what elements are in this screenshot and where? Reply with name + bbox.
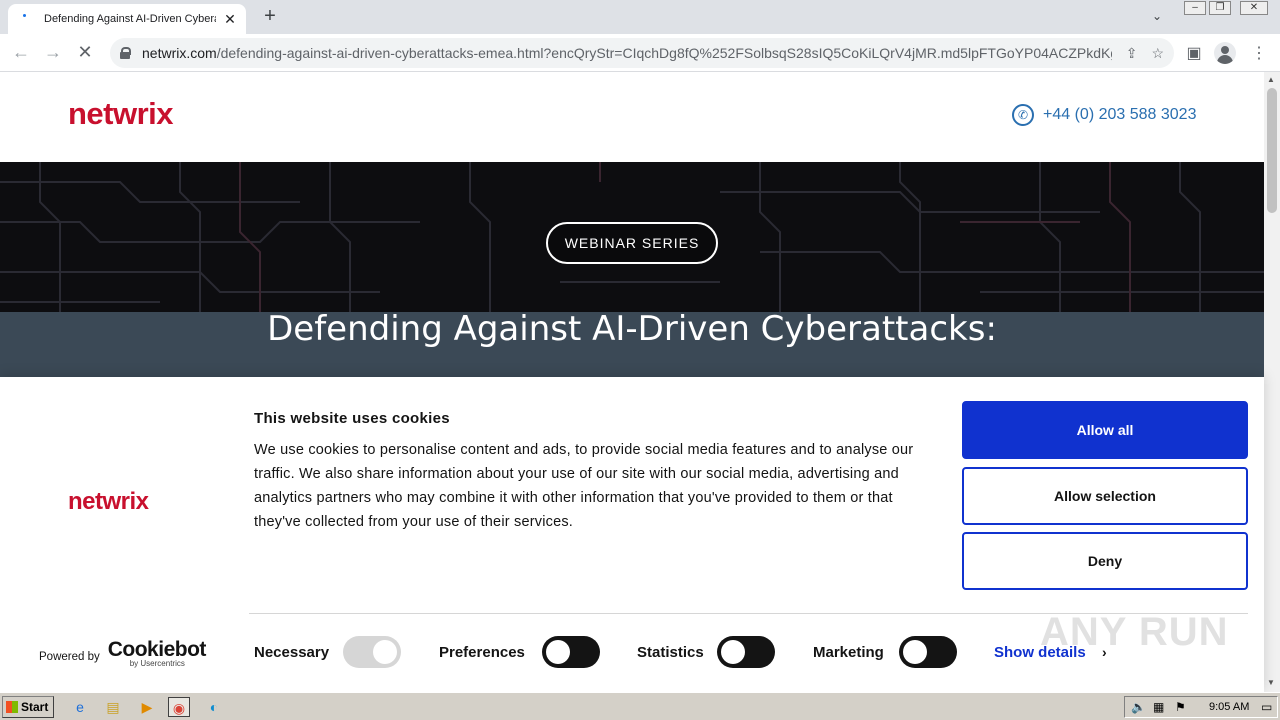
url-text[interactable]: netwrix.com/defending-against-ai-driven-… [142, 45, 1112, 61]
phone-number[interactable]: +44 (0) 203 588 3023 [1043, 106, 1196, 124]
flag-icon[interactable]: ⚑ [1175, 700, 1186, 714]
marketing-toggle[interactable] [899, 636, 957, 668]
cookie-dialog-logo: netwrix [68, 488, 149, 515]
netwrix-logo[interactable]: netwrix [68, 96, 174, 132]
volume-icon[interactable]: 🔈 [1131, 700, 1146, 714]
minimize-icon[interactable]: – [1184, 1, 1206, 15]
preferences-toggle[interactable] [542, 636, 600, 668]
preferences-label: Preferences [439, 644, 525, 661]
cookie-title: This website uses cookies [254, 410, 450, 427]
hero-banner: WEBINAR SERIES [0, 162, 1264, 312]
system-tray: 🔈 ▦ ⚑ 9:05 AM ▭ [1124, 696, 1278, 718]
side-panel-icon[interactable]: ▣ [1184, 43, 1204, 63]
scrollbar-thumb[interactable] [1267, 88, 1277, 213]
usercentrics-label: by Usercentrics [129, 659, 185, 668]
statistics-label: Statistics [637, 644, 704, 661]
cookiebot-branding[interactable]: Powered by Cookiebot by Usercentrics [39, 639, 206, 668]
window-close-icon[interactable]: ✕ [1240, 1, 1268, 15]
browser-tab-bar: Defending Against AI-Driven Cybera ✕ + ⌄… [0, 0, 1280, 34]
edge-icon[interactable]: ◐ [203, 697, 225, 717]
internet-explorer-icon[interactable]: e [69, 697, 91, 717]
bookmark-star-icon[interactable]: ☆ [1151, 45, 1164, 62]
back-icon[interactable]: ← [10, 42, 32, 63]
forward-icon[interactable]: → [42, 42, 64, 63]
share-icon[interactable]: ⇪ [1126, 45, 1138, 62]
menu-kebab-icon[interactable]: ⋮ [1249, 43, 1269, 63]
cookie-description: We use cookies to personalise content an… [254, 442, 914, 530]
webinar-series-badge: WEBINAR SERIES [546, 222, 718, 264]
file-explorer-icon[interactable]: ▤ [102, 697, 124, 717]
allow-all-button[interactable]: Allow all [962, 401, 1248, 459]
cookie-consent-dialog: netwrix This website uses cookies We use… [0, 377, 1264, 692]
hero-title: Defending Against AI-Driven Cyberattacks… [267, 309, 997, 349]
necessary-toggle [343, 636, 401, 668]
lock-icon[interactable] [120, 47, 131, 59]
profile-avatar-icon[interactable] [1214, 42, 1236, 64]
cookiebot-logo: Cookiebot [107, 638, 207, 661]
browser-tab[interactable]: Defending Against AI-Driven Cybera ✕ [8, 4, 246, 34]
close-tab-icon[interactable]: ✕ [222, 11, 238, 28]
network-icon[interactable]: ▦ [1153, 700, 1164, 714]
restore-icon[interactable]: ❐ [1209, 1, 1231, 15]
marketing-label: Marketing [813, 644, 884, 661]
stop-loading-icon[interactable]: ✕ [74, 42, 96, 63]
scroll-down-icon[interactable]: ▼ [1267, 678, 1275, 687]
address-bar[interactable]: netwrix.com/defending-against-ai-driven-… [110, 38, 1174, 68]
phone-icon: ✆ [1012, 104, 1034, 126]
phone-link[interactable]: ✆ +44 (0) 203 588 3023 [1012, 104, 1196, 126]
powered-by-label: Powered by [39, 651, 100, 663]
windows-taskbar: Start e ▤ ▶ ◉ ◐ 🔈 ▦ ⚑ 9:05 AM ▭ [0, 692, 1280, 720]
show-desktop-icon[interactable]: ▭ [1261, 700, 1272, 714]
necessary-label: Necessary [254, 644, 330, 661]
deny-button[interactable]: Deny [962, 532, 1248, 590]
chrome-taskbar-icon[interactable]: ◉ [168, 697, 190, 717]
tab-title: Defending Against AI-Driven Cybera [44, 13, 216, 25]
page-scrollbar[interactable]: ▲ ▼ [1264, 72, 1280, 692]
anyrun-watermark: ANY RUN [1040, 610, 1229, 654]
media-player-icon[interactable]: ▶ [136, 697, 158, 717]
browser-toolbar: ← → ✕ netwrix.com/defending-against-ai-d… [0, 34, 1280, 72]
start-button[interactable]: Start [2, 696, 54, 718]
tab-search-chevron-icon[interactable]: ⌄ [1152, 9, 1162, 23]
statistics-toggle[interactable] [717, 636, 775, 668]
scroll-up-icon[interactable]: ▲ [1267, 75, 1275, 84]
new-tab-icon[interactable]: + [259, 5, 281, 28]
clock[interactable]: 9:05 AM [1209, 701, 1249, 713]
loading-favicon-icon [20, 12, 34, 26]
allow-selection-button[interactable]: Allow selection [962, 467, 1248, 525]
